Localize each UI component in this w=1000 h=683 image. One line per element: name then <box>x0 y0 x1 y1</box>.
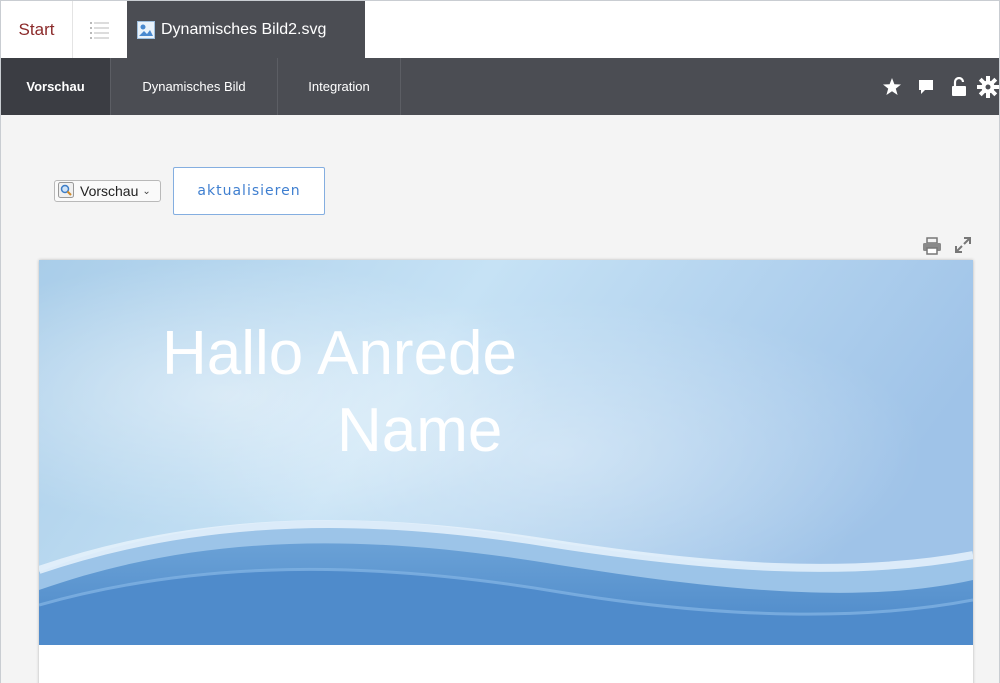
preview-select[interactable]: Vorschau ⌄ <box>54 180 161 202</box>
tab-file[interactable]: Dynamisches Bild2.svg <box>127 1 365 58</box>
refresh-button[interactable]: aktualisieren <box>173 167 325 215</box>
image-file-icon <box>137 20 155 39</box>
star-icon[interactable] <box>875 58 909 115</box>
preview-canvas: Hallo Anrede Name <box>39 260 973 683</box>
tab-start[interactable]: Start <box>1 1 73 58</box>
tab-file-label: Dynamisches Bild2.svg <box>161 20 327 38</box>
tab-bar: Start Dynamisches Bild2.svg <box>1 1 999 58</box>
chevron-down-icon: ⌄ <box>142 185 151 197</box>
tab-vorschau[interactable]: Vorschau <box>1 58 111 115</box>
tab-integration[interactable]: Integration <box>278 58 401 115</box>
banner-greeting-line1: Hallo Anrede <box>162 319 518 388</box>
unlock-icon[interactable] <box>943 58 977 115</box>
list-icon[interactable] <box>73 1 127 58</box>
expand-icon[interactable] <box>954 236 972 254</box>
nav-bar: Vorschau Dynamisches Bild Integration <box>1 58 999 115</box>
comment-icon[interactable] <box>909 58 943 115</box>
print-icon[interactable] <box>922 236 942 256</box>
nav-icons <box>875 58 999 115</box>
tab-dynamisches-bild[interactable]: Dynamisches Bild <box>111 58 278 115</box>
banner-greeting-line2: Name <box>337 396 503 465</box>
preview-icon <box>58 181 74 201</box>
content-area: Vorschau ⌄ aktualisieren Hallo Anrede Na… <box>1 115 999 683</box>
gear-icon[interactable] <box>977 58 999 115</box>
banner-image: Hallo Anrede Name <box>39 260 973 645</box>
preview-select-value: Vorschau <box>80 183 139 199</box>
